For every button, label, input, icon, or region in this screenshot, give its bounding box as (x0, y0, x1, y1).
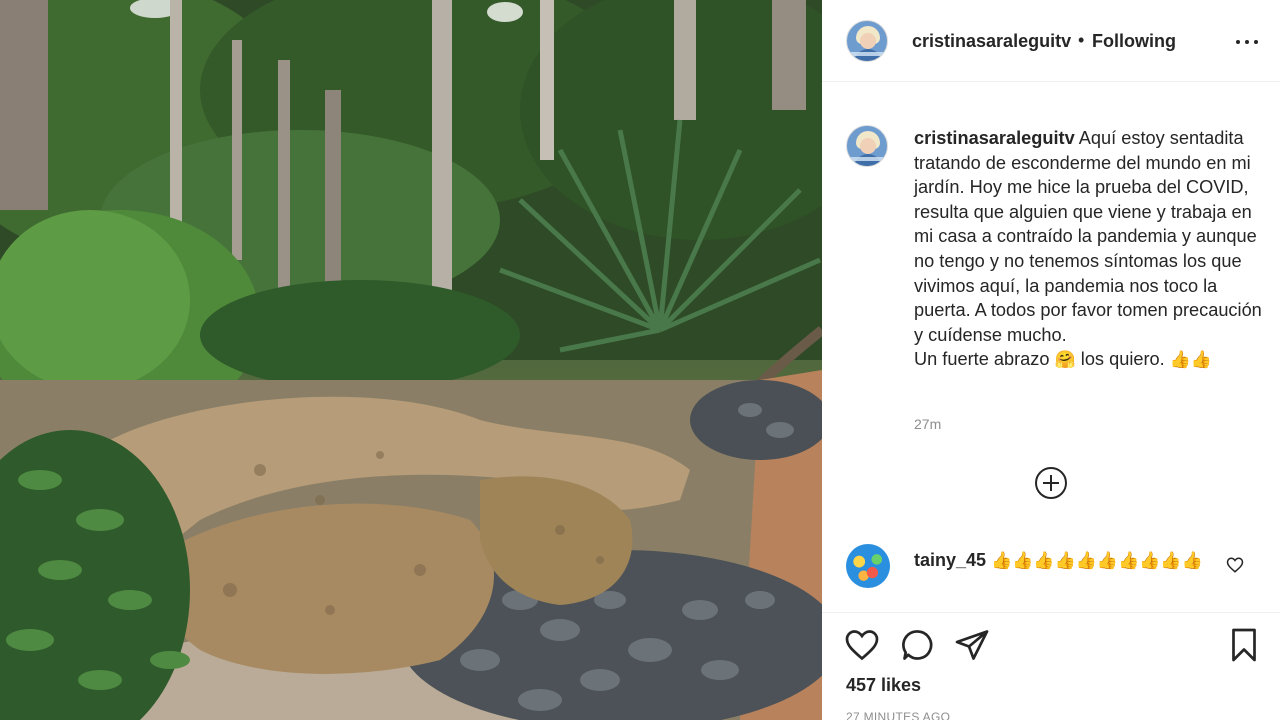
author-username[interactable]: cristinasaraleguitv (912, 31, 1071, 52)
caption-avatar[interactable] (846, 125, 888, 167)
share-paper-plane-icon[interactable] (954, 627, 990, 663)
caption-line2-pre: Un fuerte abrazo (914, 349, 1050, 370)
author-avatar[interactable] (846, 20, 888, 62)
save-bookmark-icon[interactable] (1226, 627, 1262, 663)
more-options-icon[interactable] (1236, 26, 1260, 52)
comment-bubble-icon[interactable] (900, 627, 936, 663)
caption-line2-mid: los quiero. (1080, 349, 1165, 370)
post-caption: cristinasaraleguitv Aquí estoy sentadita… (822, 83, 1280, 523)
post-sidebar: cristinasaraleguitv • Following cristina… (822, 0, 1280, 720)
caption-body: Aquí estoy sentadita tratando de esconde… (914, 128, 1262, 345)
post-actions: 457 likes 27 MINUTES AGO (822, 612, 1280, 720)
plus-circle-icon[interactable] (1034, 466, 1068, 500)
post-age[interactable]: 27 MINUTES AGO (846, 710, 950, 720)
caption-username[interactable]: cristinasaraleguitv (914, 128, 1075, 148)
comment-text: tainy_45 👍👍👍👍👍👍👍👍👍👍 (914, 548, 1214, 573)
post-photo[interactable] (0, 0, 822, 720)
post-header: cristinasaraleguitv • Following (822, 0, 1280, 82)
comment-item: tainy_45 👍👍👍👍👍👍👍👍👍👍 (822, 540, 1280, 610)
comment-like-heart-icon[interactable] (1226, 556, 1244, 574)
garden-photo (0, 0, 822, 720)
separator-dot: • (1078, 30, 1085, 50)
comment-body: 👍👍👍👍👍👍👍👍👍👍 (991, 551, 1203, 570)
likes-count[interactable]: 457 likes (846, 675, 921, 696)
caption-timestamp[interactable]: 27m (914, 416, 941, 432)
caption-text: cristinasaraleguitv Aquí estoy sentadita… (914, 126, 1264, 373)
thumbs-up-emoji: 👍👍 (1169, 350, 1213, 370)
like-heart-icon[interactable] (844, 627, 880, 663)
commenter-username[interactable]: tainy_45 (914, 550, 986, 570)
commenter-avatar[interactable] (846, 544, 890, 588)
following-button[interactable]: Following (1092, 31, 1176, 52)
hug-emoji: 🤗 (1054, 350, 1076, 370)
